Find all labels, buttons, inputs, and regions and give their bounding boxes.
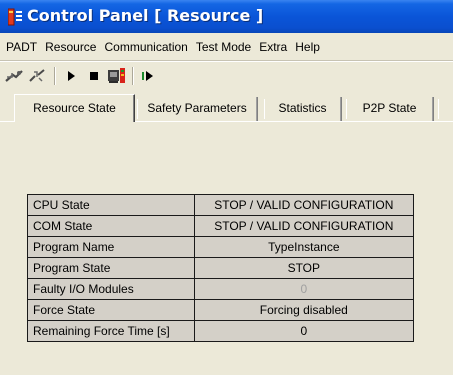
start-icon	[68, 71, 75, 81]
title-bar[interactable]: Control Panel [ Resource ]	[0, 0, 453, 33]
tab-statistics[interactable]: Statistics	[264, 97, 342, 121]
download-button[interactable]	[106, 66, 128, 86]
row-value-force-state: Forcing disabled	[193, 299, 415, 321]
row-value-remaining-force-time: 0	[193, 320, 415, 342]
stop-icon	[90, 72, 98, 80]
table-row: Faulty I/O Modules 0	[27, 278, 415, 300]
toolbar-separator	[132, 67, 133, 85]
row-label-remaining-force-time: Remaining Force Time [s]	[27, 320, 195, 342]
tab-p2p-state[interactable]: P2P State	[346, 97, 434, 121]
menu-padt[interactable]: PADT	[2, 37, 41, 57]
table-row: Program State STOP	[27, 257, 415, 279]
tab-overflow[interactable]	[438, 97, 453, 121]
menu-communication[interactable]: Communication	[100, 37, 191, 57]
connect-button[interactable]	[3, 66, 25, 86]
disconnect-button[interactable]	[26, 66, 48, 86]
tab-label: Statistics	[278, 101, 327, 115]
row-value-faulty-io-modules: 0	[193, 278, 415, 300]
table-row: COM State STOP / VALID CONFIGURATION	[27, 215, 415, 237]
table-row: CPU State STOP / VALID CONFIGURATION	[27, 194, 415, 216]
resource-state-table: CPU State STOP / VALID CONFIGURATION COM…	[27, 194, 415, 342]
start-button[interactable]	[60, 66, 82, 86]
row-label-faulty-io-modules: Faulty I/O Modules	[27, 278, 195, 300]
menu-bar: PADT Resource Communication Test Mode Ex…	[0, 36, 453, 58]
table-row: Program Name TypeInstance	[27, 236, 415, 258]
table-row: Force State Forcing disabled	[27, 299, 415, 321]
tab-label: Resource State	[33, 101, 116, 115]
single-step-button[interactable]	[137, 66, 159, 86]
row-label-com-state: COM State	[27, 215, 195, 237]
resource-state-panel: CPU State STOP / VALID CONFIGURATION COM…	[0, 122, 453, 375]
menu-resource[interactable]: Resource	[41, 37, 100, 57]
window-title: Control Panel [ Resource ]	[27, 6, 264, 25]
toolbar-separator	[54, 67, 55, 85]
control-panel-app-icon	[8, 8, 22, 26]
row-value-com-state: STOP / VALID CONFIGURATION	[193, 215, 415, 237]
row-value-program-name: TypeInstance	[193, 236, 415, 258]
tab-label: P2P State	[362, 101, 417, 115]
tab-strip: Resource State Safety Parameters Statist…	[0, 94, 453, 122]
row-label-cpu-state: CPU State	[27, 194, 195, 216]
menu-extra[interactable]: Extra	[255, 37, 291, 57]
row-label-program-state: Program State	[27, 257, 195, 279]
row-value-program-state: STOP	[193, 257, 415, 279]
menu-help[interactable]: Help	[291, 37, 324, 57]
tab-safety-parameters[interactable]: Safety Parameters	[137, 97, 258, 121]
toolbar	[0, 64, 453, 88]
row-label-program-name: Program Name	[27, 236, 195, 258]
connect-icon	[5, 70, 23, 82]
menu-test-mode[interactable]: Test Mode	[192, 37, 255, 57]
table-row: Remaining Force Time [s] 0	[27, 320, 415, 342]
download-icon	[108, 68, 125, 83]
tab-resource-state[interactable]: Resource State	[14, 94, 135, 122]
disconnect-icon	[29, 69, 45, 82]
tab-label: Safety Parameters	[147, 101, 247, 115]
row-label-force-state: Force State	[27, 299, 195, 321]
row-value-cpu-state: STOP / VALID CONFIGURATION	[193, 194, 415, 216]
control-panel-window: Control Panel [ Resource ] PADT Resource…	[0, 0, 453, 375]
stop-button[interactable]	[83, 66, 105, 86]
single-step-icon	[142, 71, 153, 81]
